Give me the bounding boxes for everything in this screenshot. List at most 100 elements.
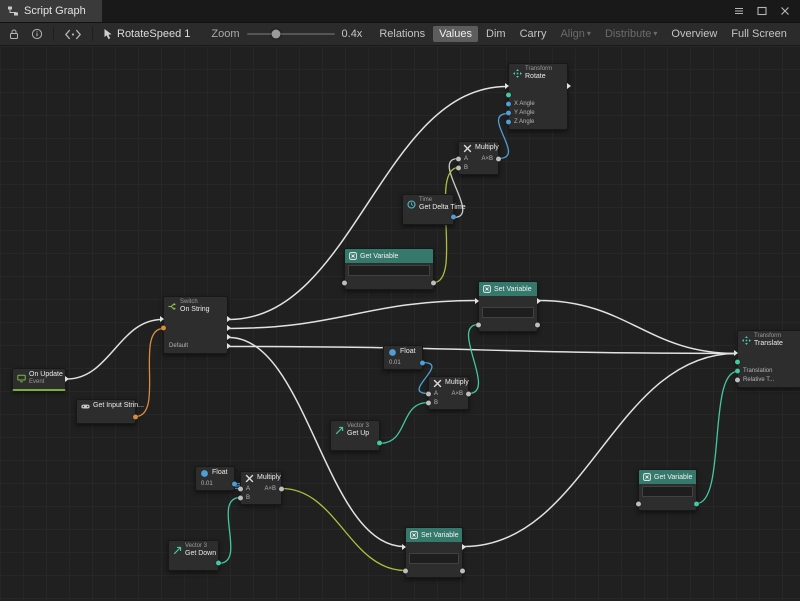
value-port[interactable]: [735, 378, 740, 383]
node-float1[interactable]: Float0.01: [383, 345, 423, 370]
graph-edge: [464, 353, 736, 546]
node-multiply2[interactable]: MultiplyAA×BB: [428, 376, 469, 410]
value-port[interactable]: [506, 93, 511, 98]
value-port[interactable]: [506, 111, 511, 116]
script-graph-icon: [7, 5, 19, 17]
value-port[interactable]: [238, 486, 243, 491]
value-port[interactable]: [694, 501, 699, 506]
flow-port[interactable]: [505, 83, 509, 89]
value-port[interactable]: [466, 391, 471, 396]
variable-name-field[interactable]: [409, 553, 459, 564]
toolbar-button-label: Carry: [520, 28, 547, 40]
node-multiply3[interactable]: MultiplyAA×BB: [240, 471, 282, 505]
graph-canvas[interactable]: On UpdateEvent Get Input Strin... SwitchOn…: [0, 46, 800, 601]
window-maximize-icon[interactable]: [756, 5, 768, 17]
value-port[interactable]: [279, 486, 284, 491]
node-subtitle: Event: [29, 379, 61, 386]
node-rotate[interactable]: TransformRotateX AngleY AngleZ Angle: [508, 63, 568, 130]
node-switch[interactable]: SwitchOn StringDefault: [163, 296, 228, 354]
value-port[interactable]: [456, 156, 461, 161]
multiply-icon: [433, 379, 442, 388]
node-onupdate[interactable]: On UpdateEvent: [12, 368, 66, 391]
toolbar-button-overview[interactable]: Overview: [665, 26, 723, 42]
value-port[interactable]: [161, 326, 166, 331]
zoom-slider-thumb[interactable]: [271, 30, 280, 39]
node-setvar1[interactable]: Set Variable: [478, 281, 538, 332]
value-port[interactable]: [506, 102, 511, 107]
tab-script-graph[interactable]: Script Graph: [0, 0, 102, 22]
node-port-row: [164, 315, 227, 324]
value-port[interactable]: [403, 568, 408, 573]
value-port[interactable]: [426, 391, 431, 396]
node-port-row: [406, 542, 462, 551]
value-port[interactable]: [636, 501, 641, 506]
value-port[interactable]: [238, 495, 243, 500]
window-controls: [733, 0, 800, 22]
flow-port[interactable]: [567, 83, 571, 89]
gamepad-icon: [81, 402, 90, 411]
node-translate[interactable]: TransformTranslateTranslationRelative T.…: [737, 330, 800, 388]
flow-port[interactable]: [160, 316, 164, 322]
value-port[interactable]: [506, 120, 511, 125]
node-deltatime[interactable]: TimeGet Delta Time: [402, 194, 454, 225]
flow-port[interactable]: [65, 376, 69, 382]
value-port[interactable]: [232, 481, 237, 486]
graph-selector[interactable]: RotateSpeed 1: [99, 28, 194, 40]
flow-port[interactable]: [227, 343, 231, 349]
variable-name-field[interactable]: [642, 486, 693, 497]
value-port[interactable]: [420, 360, 425, 365]
node-getinput[interactable]: Get Input Strin...: [76, 399, 136, 424]
node-port-row: Y Angle: [509, 109, 567, 118]
toolbar-button-values[interactable]: Values: [433, 26, 478, 42]
node-category: Switch: [180, 299, 210, 306]
node-multiply1[interactable]: MultiplyAA×BB: [458, 141, 499, 175]
value-port[interactable]: [426, 400, 431, 405]
node-header: Vector 3Get Down: [169, 541, 218, 559]
toolbar-button-relations[interactable]: Relations: [373, 26, 431, 42]
value-port[interactable]: [431, 280, 436, 285]
node-getvar2[interactable]: Get Variable: [638, 469, 697, 511]
node-setvar2[interactable]: Set Variable: [405, 527, 463, 578]
window-close-icon[interactable]: [779, 5, 791, 17]
flow-port[interactable]: [462, 544, 466, 550]
flow-port[interactable]: [475, 298, 479, 304]
node-getdown[interactable]: Vector 3Get Down: [168, 540, 219, 571]
flow-port[interactable]: [734, 350, 738, 356]
value-port[interactable]: [451, 215, 456, 220]
node-getvar1[interactable]: Get Variable: [344, 248, 434, 290]
zoom-slider[interactable]: [247, 27, 335, 41]
node-title: Rotate: [525, 73, 552, 81]
value-port[interactable]: [496, 156, 501, 161]
value-port[interactable]: [460, 568, 465, 573]
value-port[interactable]: [456, 165, 461, 170]
node-float2[interactable]: Float0.01: [195, 466, 235, 491]
node-getup[interactable]: Vector 3Get Up: [330, 420, 380, 451]
variable-name-field[interactable]: [348, 265, 430, 276]
toolbar-button-fullscreen[interactable]: Full Screen: [725, 26, 793, 42]
window-menu-icon[interactable]: [733, 5, 745, 17]
info-icon[interactable]: [27, 26, 47, 42]
value-port[interactable]: [735, 360, 740, 365]
code-icon[interactable]: [60, 27, 86, 42]
toolbar-button-dim[interactable]: Dim: [480, 26, 512, 42]
value-port[interactable]: [735, 369, 740, 374]
value-port[interactable]: [216, 561, 221, 566]
value-port[interactable]: [342, 280, 347, 285]
node-header: Get Input Strin...: [77, 400, 135, 412]
flow-port[interactable]: [227, 316, 231, 322]
port-label: 0.01: [389, 360, 401, 366]
graph-edge: [229, 346, 736, 353]
flow-port[interactable]: [537, 298, 541, 304]
value-port[interactable]: [476, 322, 481, 327]
node-title: Translate: [754, 340, 783, 348]
lock-icon[interactable]: [4, 26, 24, 42]
flow-port[interactable]: [227, 325, 231, 331]
toolbar-button-carry[interactable]: Carry: [514, 26, 553, 42]
node-category: Vector 3: [347, 423, 369, 430]
flow-port[interactable]: [402, 544, 406, 550]
variable-name-field[interactable]: [482, 307, 534, 318]
value-port[interactable]: [535, 322, 540, 327]
flow-port[interactable]: [227, 334, 231, 340]
value-port[interactable]: [133, 414, 138, 419]
value-port[interactable]: [377, 441, 382, 446]
